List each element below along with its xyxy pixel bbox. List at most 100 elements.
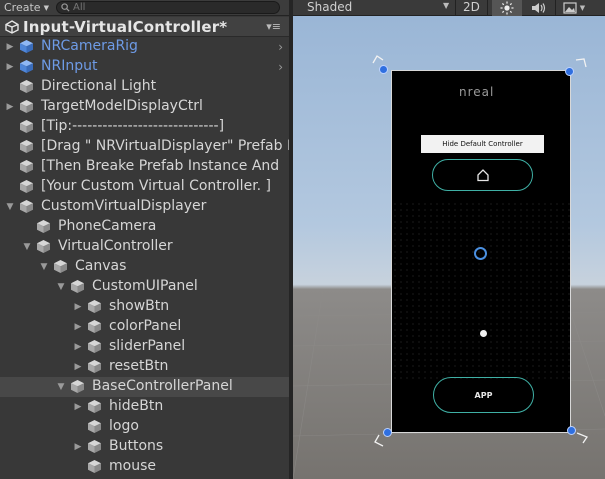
hierarchy-search[interactable] xyxy=(56,1,280,14)
gameobject-cube-icon xyxy=(20,200,33,213)
gameobject-cube-icon xyxy=(37,240,50,253)
gameobject-cube-icon xyxy=(20,160,33,173)
hierarchy-item[interactable]: ▶ hideBtn xyxy=(0,397,289,417)
expand-arrow-icon[interactable]: ▼ xyxy=(39,262,49,272)
hierarchy-item[interactable]: Directional Light xyxy=(0,77,289,97)
hierarchy-item-label: resetBtn xyxy=(109,358,169,374)
rect-handle-top-right[interactable] xyxy=(565,67,574,76)
collapse-arrow-icon[interactable]: ▶ xyxy=(73,322,83,332)
expand-arrow-icon[interactable]: ▼ xyxy=(5,202,15,212)
gameobject-cube-icon xyxy=(20,120,33,133)
hierarchy-item-label: logo xyxy=(109,418,139,434)
nreal-logo: nreal xyxy=(459,85,495,99)
create-dropdown[interactable]: Create ▼ xyxy=(0,0,53,15)
hierarchy-item-label: [Then Breake Prefab Instance And xyxy=(41,158,280,174)
app-button[interactable]: APP xyxy=(433,377,534,413)
expand-arrow-icon[interactable]: ▼ xyxy=(56,382,66,392)
rotate-corner-icon[interactable] xyxy=(373,434,387,448)
hierarchy-item[interactable]: [Then Breake Prefab Instance And xyxy=(0,157,289,177)
hierarchy-item[interactable]: PhoneCamera xyxy=(0,217,289,237)
create-label: Create xyxy=(4,0,41,14)
hierarchy-toolbar: Create ▼ xyxy=(0,0,289,16)
collapse-arrow-icon[interactable]: ▶ xyxy=(73,302,83,312)
gameobject-cube-icon xyxy=(37,220,50,233)
toggle-2d-button[interactable]: 2D xyxy=(463,0,480,14)
hierarchy-item[interactable]: ▼ VirtualController xyxy=(0,237,289,257)
collapse-arrow-icon[interactable]: ▶ xyxy=(5,62,15,72)
hierarchy-item-label: hideBtn xyxy=(109,398,164,414)
hierarchy-item[interactable]: ▶ TargetModelDisplayCtrl xyxy=(0,97,289,117)
search-input[interactable] xyxy=(73,2,253,13)
hierarchy-item[interactable]: ▶ NRCameraRig › xyxy=(0,37,289,57)
hierarchy-item[interactable]: ▶ resetBtn xyxy=(0,357,289,377)
dropdown-arrow-icon: ▼ xyxy=(443,1,450,10)
hierarchy-item-label: [Drag " NRVirtualDisplayer" Prefab I xyxy=(41,138,289,154)
hierarchy-item[interactable]: ▼ CustomUIPanel xyxy=(0,277,289,297)
gameobject-cube-icon xyxy=(20,40,33,53)
unity-scene-icon xyxy=(5,19,19,34)
gameobject-cube-icon xyxy=(20,60,33,73)
shading-mode-dropdown[interactable]: Shaded xyxy=(307,0,352,14)
expand-arrow-icon[interactable]: ▼ xyxy=(56,282,66,292)
hierarchy-item-label: [Your Custom Virtual Controller. ] xyxy=(41,178,272,194)
toolbar-divider xyxy=(555,0,556,16)
hierarchy-item[interactable]: [Drag " NRVirtualDisplayer" Prefab I xyxy=(0,137,289,157)
gameobject-cube-icon xyxy=(20,180,33,193)
collapse-arrow-icon[interactable]: ▶ xyxy=(5,42,15,52)
gameobject-cube-icon xyxy=(71,380,84,393)
rotate-corner-icon[interactable] xyxy=(575,431,589,445)
rotate-corner-icon[interactable] xyxy=(575,58,589,72)
rotate-corner-icon[interactable] xyxy=(371,54,385,68)
hierarchy-item[interactable]: ▶ colorPanel xyxy=(0,317,289,337)
hierarchy-item[interactable]: ▼ Canvas xyxy=(0,257,289,277)
hierarchy-item-label: mouse xyxy=(109,458,156,474)
hierarchy-item-label: NRCameraRig xyxy=(41,38,138,54)
hierarchy-item[interactable]: ▼ CustomVirtualDisplayer xyxy=(0,197,289,217)
scene-toolbar: Shaded ▼ 2D ▼ xyxy=(293,0,605,16)
hide-default-controller-button[interactable]: Hide Default Controller xyxy=(421,135,544,153)
hierarchy-item-label: Canvas xyxy=(75,258,127,274)
collapse-arrow-icon[interactable]: ▶ xyxy=(73,402,83,412)
audio-toggle-button[interactable] xyxy=(526,0,552,16)
collapse-arrow-icon[interactable]: ▶ xyxy=(73,342,83,352)
collapse-arrow-icon[interactable]: ▶ xyxy=(73,362,83,372)
scene-header[interactable]: Input-VirtualController* ▾≡ xyxy=(0,17,289,37)
hierarchy-item-label: BaseControllerPanel xyxy=(92,378,233,394)
gameobject-cube-icon xyxy=(88,320,101,333)
hierarchy-item[interactable]: [Tip:-----------------------------] xyxy=(0,117,289,137)
hierarchy-item-label: CustomUIPanel xyxy=(92,278,198,294)
scene-viewport[interactable]: nreal Hide Default Controller APP xyxy=(293,16,605,479)
hierarchy-item[interactable]: mouse xyxy=(0,457,289,477)
expand-arrow-icon[interactable]: ▼ xyxy=(22,242,32,252)
hierarchy-panel: Create ▼ Input-VirtualController* ▾≡ ▶ NR… xyxy=(0,0,289,479)
home-button[interactable] xyxy=(432,159,533,191)
collapse-arrow-icon[interactable]: ▶ xyxy=(5,102,15,112)
toolbar-divider xyxy=(487,0,488,16)
effects-toggle-button[interactable]: ▼ xyxy=(559,0,589,16)
lighting-toggle-button[interactable] xyxy=(492,0,522,16)
scene-menu-icon[interactable]: ▾≡ xyxy=(266,20,281,33)
hierarchy-item-label: Directional Light xyxy=(41,78,157,94)
hierarchy-item[interactable]: ▶ Buttons xyxy=(0,437,289,457)
gameobject-cube-icon xyxy=(88,420,101,433)
touch-point-dot xyxy=(480,330,487,337)
hierarchy-item[interactable]: ▶ sliderPanel xyxy=(0,337,289,357)
hierarchy-item-label: [Tip:-----------------------------] xyxy=(41,118,225,134)
hierarchy-item[interactable]: ▶ NRInput › xyxy=(0,57,289,77)
hierarchy-item[interactable]: ▶ showBtn xyxy=(0,297,289,317)
hierarchy-item[interactable]: [Your Custom Virtual Controller. ] xyxy=(0,177,289,197)
scene-view: Shaded ▼ 2D ▼ nreal Hide Default Control… xyxy=(293,0,605,479)
touchpad-area[interactable] xyxy=(392,201,570,381)
prefab-chevron-icon[interactable]: › xyxy=(278,40,283,54)
hierarchy-item[interactable]: ▼ BaseControllerPanel xyxy=(0,377,289,397)
hierarchy-item[interactable]: logo xyxy=(0,417,289,437)
search-icon xyxy=(61,3,70,12)
virtual-controller-phone[interactable]: nreal Hide Default Controller APP xyxy=(391,70,571,433)
toolbar-divider xyxy=(455,0,456,16)
collapse-arrow-icon[interactable]: ▶ xyxy=(73,442,83,452)
prefab-chevron-icon[interactable]: › xyxy=(278,60,283,74)
speaker-icon xyxy=(532,3,546,13)
gameobject-cube-icon xyxy=(20,100,33,113)
gameobject-cube-icon xyxy=(20,80,33,93)
hierarchy-item-label: TargetModelDisplayCtrl xyxy=(41,98,203,114)
